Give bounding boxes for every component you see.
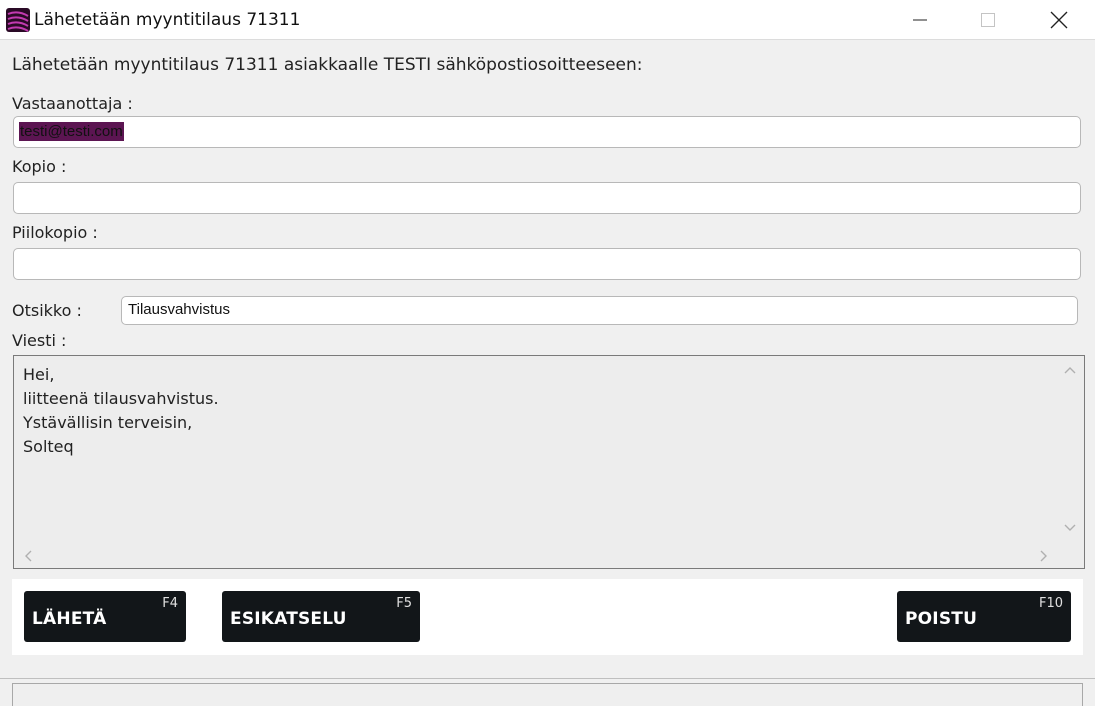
button-panel: LÄHETÄ F4 ESIKATSELU F5 POISTU F10 — [12, 579, 1083, 655]
send-button-label: LÄHETÄ — [32, 609, 107, 629]
exit-button[interactable]: POISTU F10 — [897, 591, 1071, 642]
bcc-field[interactable] — [13, 248, 1081, 280]
minimize-button[interactable] — [897, 0, 943, 40]
subject-value: Tilausvahvistus — [128, 301, 230, 318]
status-bar — [12, 683, 1083, 706]
preview-button-label: ESIKATSELU — [230, 609, 347, 629]
message-label: Viesti : — [12, 331, 67, 350]
chevron-left-icon[interactable] — [24, 550, 32, 562]
exit-shortcut: F10 — [1038, 596, 1063, 611]
app-logo-icon — [6, 8, 30, 32]
maximize-icon — [981, 13, 995, 27]
exit-button-label: POISTU — [905, 609, 978, 629]
bcc-label: Piilokopio : — [12, 223, 98, 242]
chevron-right-icon[interactable] — [1040, 550, 1048, 562]
close-button[interactable] — [1036, 0, 1082, 40]
subject-label: Otsikko : — [12, 301, 82, 320]
message-textarea[interactable]: Hei, liitteenä tilausvahvistus. Ystäväll… — [13, 355, 1085, 569]
send-button[interactable]: LÄHETÄ F4 — [24, 591, 186, 642]
preview-button[interactable]: ESIKATSELU F5 — [222, 591, 420, 642]
message-body: Hei, liitteenä tilausvahvistus. Ystäväll… — [23, 365, 219, 456]
cc-label: Kopio : — [12, 157, 67, 176]
close-icon — [1050, 11, 1068, 29]
maximize-button[interactable] — [965, 0, 1011, 40]
send-shortcut: F4 — [162, 596, 178, 611]
vertical-scrollbar[interactable] — [1056, 356, 1084, 542]
window-title: Lähetetään myyntitilaus 71311 — [34, 10, 301, 30]
to-value: testi@testi.com — [19, 122, 124, 141]
title-bar[interactable]: Lähetetään myyntitilaus 71311 — [0, 0, 1095, 40]
divider — [0, 678, 1095, 679]
minimize-icon — [913, 19, 927, 21]
cc-field[interactable] — [13, 182, 1081, 214]
intro-text: Lähetetään myyntitilaus 71311 asiakkaall… — [12, 55, 643, 75]
to-field[interactable]: testi@testi.com — [13, 116, 1081, 148]
horizontal-scrollbar[interactable] — [14, 542, 1058, 568]
chevron-down-icon[interactable] — [1064, 524, 1076, 532]
to-label: Vastaanottaja : — [12, 94, 133, 113]
subject-field[interactable]: Tilausvahvistus — [121, 296, 1078, 325]
preview-shortcut: F5 — [396, 596, 412, 611]
chevron-up-icon[interactable] — [1064, 366, 1076, 374]
